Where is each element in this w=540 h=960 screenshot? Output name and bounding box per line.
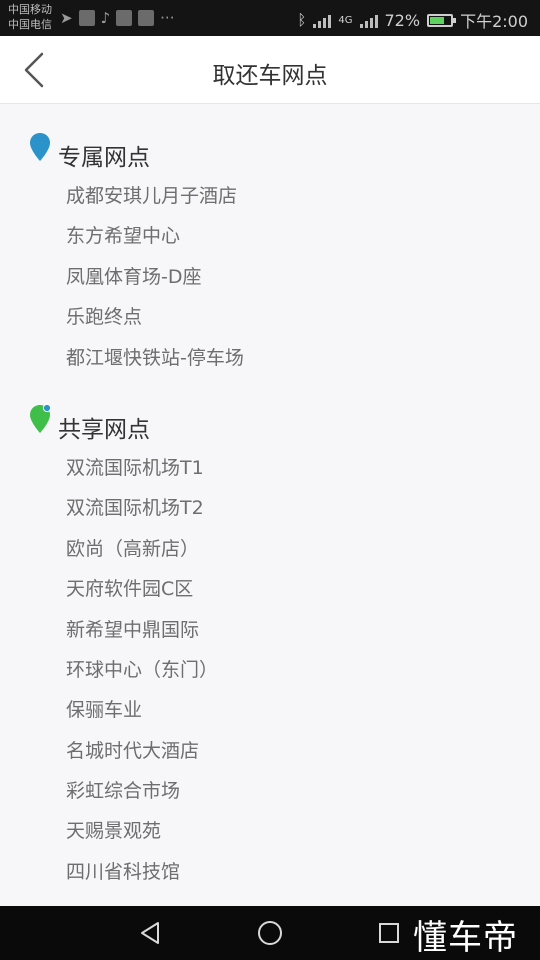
home-circle-icon[interactable]	[255, 918, 285, 948]
system-nav-bar: 懂车帝	[0, 906, 540, 960]
status-bar: 中国移动 中国电信 ➤ ♪ ··· ᛒ 4G 72% 下午2:00	[0, 0, 540, 36]
watermark-logo: 懂车帝	[413, 918, 518, 958]
status-right: ᛒ 4G 72% 下午2:00	[297, 8, 528, 32]
list-item[interactable]: 四川省科技馆	[0, 852, 540, 892]
section-header: 共享网点	[0, 403, 540, 448]
list-item[interactable]: 双流国际机场T2	[0, 488, 540, 528]
tiktok-icon: ♪	[100, 9, 111, 27]
shared-map-pin-icon	[30, 403, 51, 433]
list-item[interactable]: 彩虹综合市场	[0, 771, 540, 811]
section-shared: 共享网点 双流国际机场T1 双流国际机场T2 欧尚（高新店） 天府软件园C区 新…	[0, 378, 540, 892]
list-item[interactable]: 乐跑终点	[0, 297, 540, 337]
nav-bar: 取还车网点	[0, 36, 540, 104]
recents-square-icon[interactable]	[374, 918, 404, 948]
carrier-1: 中国移动	[8, 3, 52, 16]
section-title: 共享网点	[58, 416, 150, 443]
list-item[interactable]: 都江堰快铁站-停车场	[0, 338, 540, 378]
battery-fill	[430, 16, 445, 24]
map-pin-icon	[30, 133, 50, 161]
list-item[interactable]: 天赐景观苑	[0, 811, 540, 851]
signal-icon	[313, 12, 332, 28]
section-header: 专属网点	[0, 132, 540, 176]
list-item[interactable]: 凤凰体育场-D座	[0, 257, 540, 297]
list-item[interactable]: 欧尚（高新店）	[0, 529, 540, 569]
list-item[interactable]: 双流国际机场T1	[0, 448, 540, 488]
bluetooth-icon: ᛒ	[297, 11, 307, 29]
notification-icons: ➤ ♪ ···	[60, 10, 174, 26]
station-list: 专属网点 成都安琪儿月子酒店 东方希望中心 凤凰体育场-D座 乐跑终点 都江堰快…	[0, 104, 540, 892]
clock: 下午2:00	[460, 12, 528, 31]
network-type: 4G	[338, 14, 353, 26]
list-item[interactable]: 东方希望中心	[0, 216, 540, 256]
battery-icon	[427, 13, 457, 27]
list-item[interactable]: 新希望中鼎国际	[0, 610, 540, 650]
section-title: 专属网点	[58, 145, 150, 171]
list-item[interactable]: 天府软件园C区	[0, 569, 540, 609]
list-item[interactable]: 名城时代大酒店	[0, 731, 540, 771]
list-item[interactable]: 成都安琪儿月子酒店	[0, 176, 540, 216]
carrier-2: 中国电信	[8, 18, 52, 31]
signal-icon-2	[359, 12, 378, 28]
app-notification-icon	[116, 10, 133, 26]
carrier-labels: 中国移动 中国电信	[8, 2, 52, 32]
more-notifications-icon: ···	[160, 9, 175, 27]
telegram-icon: ➤	[60, 9, 73, 27]
app-notification-icon	[78, 10, 95, 26]
app-notification-icon	[138, 10, 155, 26]
section-exclusive: 专属网点 成都安琪儿月子酒店 东方希望中心 凤凰体育场-D座 乐跑终点 都江堰快…	[0, 104, 540, 378]
page-title: 取还车网点	[212, 63, 328, 89]
list-item[interactable]: 环球中心（东门）	[0, 650, 540, 690]
back-triangle-icon[interactable]	[136, 918, 166, 948]
list-item[interactable]: 保骊车业	[0, 690, 540, 730]
battery-percent: 72%	[384, 10, 421, 30]
